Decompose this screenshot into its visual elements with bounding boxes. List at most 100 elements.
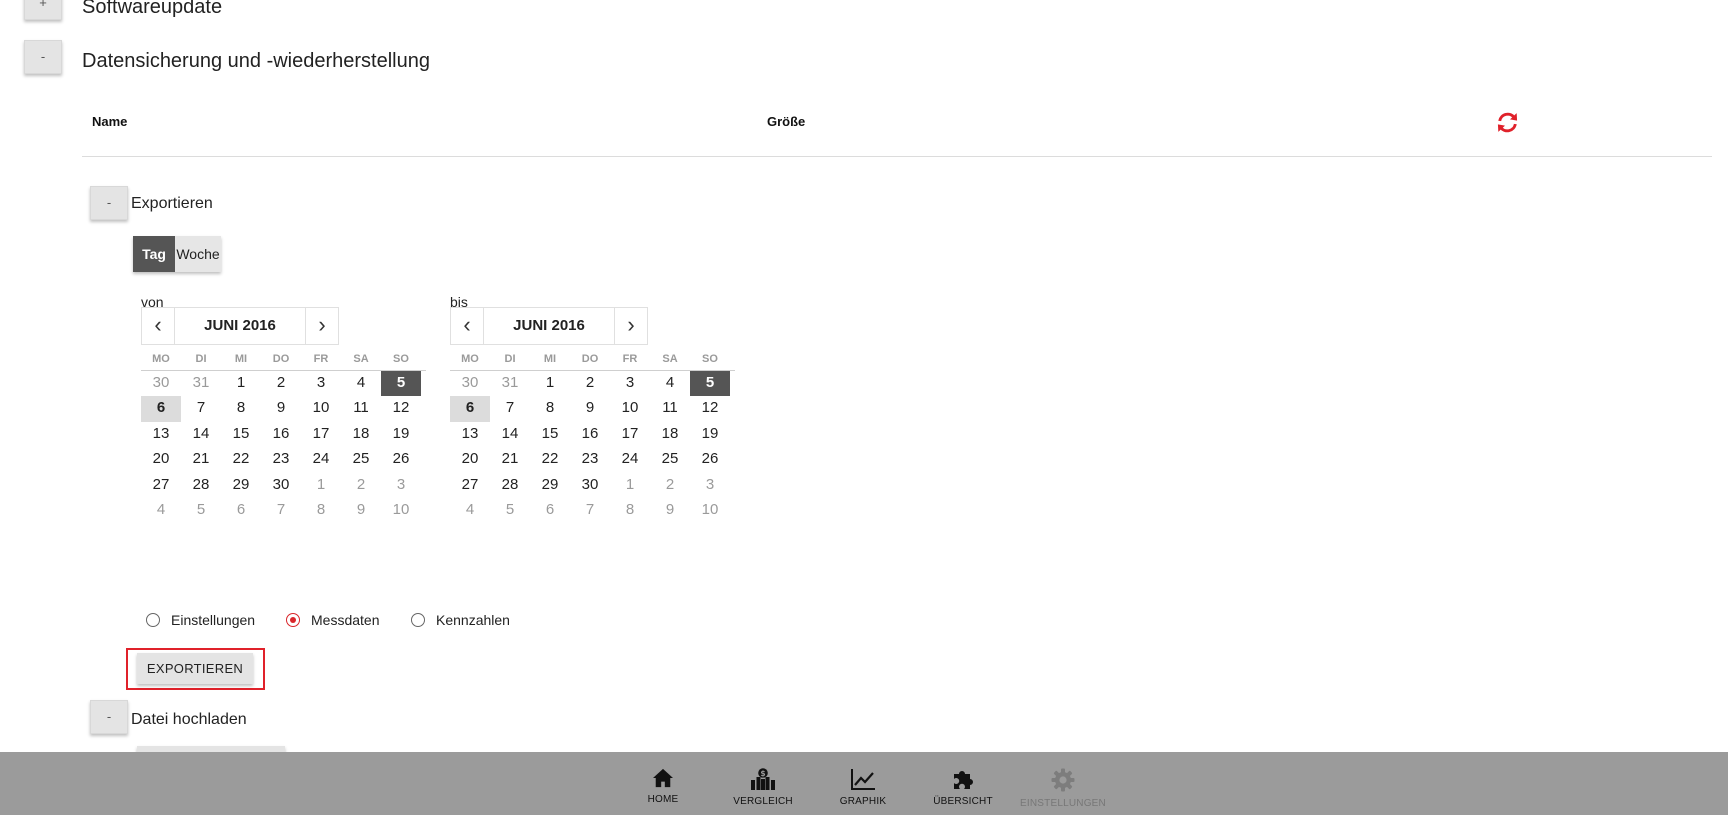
calendar-day[interactable]: 12 [690, 396, 730, 421]
calendar-day[interactable]: 1 [221, 371, 261, 396]
calendar-day[interactable]: 16 [570, 422, 610, 447]
calendar-day[interactable]: 8 [530, 396, 570, 421]
calendar-day[interactable]: 11 [650, 396, 690, 421]
calendar-day[interactable]: 6 [530, 498, 570, 523]
calendar-day[interactable]: 18 [341, 422, 381, 447]
calendar-day[interactable]: 22 [221, 447, 261, 472]
calendar-from-prev-icon[interactable]: ‹ [142, 308, 174, 344]
calendar-day[interactable]: 15 [530, 422, 570, 447]
calendar-day[interactable]: 4 [450, 498, 490, 523]
calendar-day[interactable]: 19 [690, 422, 730, 447]
calendar-day[interactable]: 1 [301, 473, 341, 498]
calendar-day[interactable]: 3 [381, 473, 421, 498]
calendar-day[interactable]: 9 [570, 396, 610, 421]
calendar-day[interactable]: 6 [450, 396, 490, 422]
calendar-day[interactable]: 5 [181, 498, 221, 523]
calendar-day[interactable]: 13 [141, 422, 181, 447]
calendar-day[interactable]: 28 [490, 473, 530, 498]
calendar-day[interactable]: 16 [261, 422, 301, 447]
calendar-day[interactable]: 2 [570, 371, 610, 396]
calendar-day[interactable]: 10 [301, 396, 341, 421]
calendar-day[interactable]: 5 [381, 371, 421, 397]
calendar-day[interactable]: 30 [141, 371, 181, 396]
calendar-day[interactable]: 15 [221, 422, 261, 447]
calendar-day[interactable]: 6 [141, 396, 181, 422]
calendar-day[interactable]: 23 [570, 447, 610, 472]
calendar-day[interactable]: 2 [261, 371, 301, 396]
calendar-day[interactable]: 3 [610, 371, 650, 396]
option-einstellungen[interactable]: Einstellungen [146, 612, 255, 628]
calendar-from-next-icon[interactable]: › [306, 308, 338, 344]
calendar-day[interactable]: 7 [181, 396, 221, 421]
calendar-day[interactable]: 7 [570, 498, 610, 523]
softwareupdate-toggle[interactable]: + [24, 0, 62, 20]
calendar-day[interactable]: 1 [530, 371, 570, 396]
calendar-day[interactable]: 17 [301, 422, 341, 447]
period-tag-button[interactable]: Tag [133, 236, 175, 272]
option-messdaten[interactable]: Messdaten [286, 612, 379, 628]
calendar-day[interactable]: 30 [261, 473, 301, 498]
calendar-day[interactable]: 31 [490, 371, 530, 396]
calendar-day[interactable]: 7 [490, 396, 530, 421]
export-button[interactable]: EXPORTIEREN [137, 653, 253, 684]
backup-toggle[interactable]: - [24, 40, 62, 74]
radio-einstellungen[interactable] [146, 613, 160, 627]
calendar-day[interactable]: 31 [181, 371, 221, 396]
calendar-day[interactable]: 29 [221, 473, 261, 498]
radio-messdaten[interactable] [286, 613, 300, 627]
calendar-day[interactable]: 30 [570, 473, 610, 498]
calendar-day[interactable]: 1 [610, 473, 650, 498]
calendar-day[interactable]: 19 [381, 422, 421, 447]
option-kennzahlen[interactable]: Kennzahlen [411, 612, 510, 628]
calendar-day[interactable]: 7 [261, 498, 301, 523]
calendar-day[interactable]: 27 [450, 473, 490, 498]
calendar-to-prev-icon[interactable]: ‹ [451, 308, 483, 344]
calendar-day[interactable]: 8 [301, 498, 341, 523]
refresh-icon[interactable] [1495, 110, 1520, 135]
radio-kennzahlen[interactable] [411, 613, 425, 627]
calendar-day[interactable]: 9 [261, 396, 301, 421]
export-toggle[interactable]: - [90, 186, 128, 220]
calendar-day[interactable]: 11 [341, 396, 381, 421]
calendar-day[interactable]: 2 [650, 473, 690, 498]
calendar-day[interactable]: 6 [221, 498, 261, 523]
calendar-day[interactable]: 3 [301, 371, 341, 396]
calendar-day[interactable]: 27 [141, 473, 181, 498]
calendar-day[interactable]: 22 [530, 447, 570, 472]
calendar-day[interactable]: 5 [690, 371, 730, 397]
calendar-day[interactable]: 21 [490, 447, 530, 472]
calendar-day[interactable]: 25 [650, 447, 690, 472]
calendar-day[interactable]: 14 [181, 422, 221, 447]
calendar-day[interactable]: 4 [141, 498, 181, 523]
calendar-day[interactable]: 24 [301, 447, 341, 472]
nav-graphik[interactable]: GRAPHIK [818, 768, 908, 807]
nav-uebersicht[interactable]: ÜBERSICHT [918, 768, 1008, 807]
calendar-day[interactable]: 13 [450, 422, 490, 447]
calendar-day[interactable]: 3 [690, 473, 730, 498]
calendar-day[interactable]: 30 [450, 371, 490, 396]
calendar-day[interactable]: 9 [341, 498, 381, 523]
calendar-day[interactable]: 20 [450, 447, 490, 472]
calendar-day[interactable]: 9 [650, 498, 690, 523]
nav-einstellungen[interactable]: EINSTELLUNGEN [1018, 768, 1108, 809]
calendar-day[interactable]: 4 [650, 371, 690, 396]
calendar-day[interactable]: 26 [381, 447, 421, 472]
calendar-day[interactable]: 20 [141, 447, 181, 472]
calendar-day[interactable]: 10 [690, 498, 730, 523]
calendar-day[interactable]: 25 [341, 447, 381, 472]
calendar-day[interactable]: 21 [181, 447, 221, 472]
calendar-from-month[interactable]: JUNI 2016 [174, 308, 306, 344]
calendar-day[interactable]: 5 [490, 498, 530, 523]
calendar-day[interactable]: 23 [261, 447, 301, 472]
calendar-day[interactable]: 29 [530, 473, 570, 498]
calendar-day[interactable]: 10 [610, 396, 650, 421]
calendar-day[interactable]: 18 [650, 422, 690, 447]
calendar-to-next-icon[interactable]: › [615, 308, 647, 344]
calendar-day[interactable]: 14 [490, 422, 530, 447]
calendar-day[interactable]: 2 [341, 473, 381, 498]
calendar-day[interactable]: 8 [610, 498, 650, 523]
upload-toggle[interactable]: - [90, 700, 128, 734]
nav-home[interactable]: HOME [618, 768, 708, 805]
calendar-day[interactable]: 12 [381, 396, 421, 421]
calendar-day[interactable]: 24 [610, 447, 650, 472]
